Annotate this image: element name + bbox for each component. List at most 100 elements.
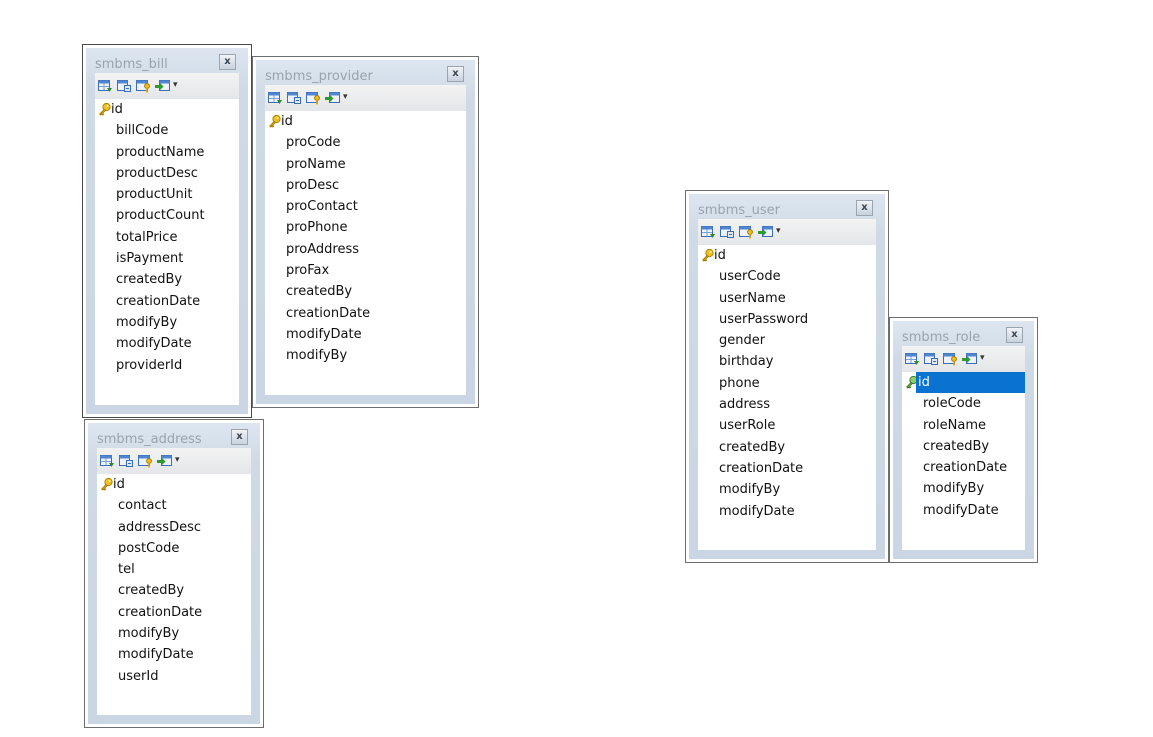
field-row[interactable]: phone [698, 373, 876, 394]
table-smbms-bill[interactable]: smbms_bill x ▾ id billCode productName prod… [82, 44, 252, 418]
field-row[interactable]: modifyDate [97, 644, 251, 665]
add-index-icon[interactable] [924, 351, 939, 365]
close-button[interactable]: x [447, 66, 464, 82]
field-row[interactable]: contact [97, 495, 251, 516]
add-field-icon[interactable] [905, 351, 920, 365]
chevron-down-icon[interactable]: ▾ [175, 455, 180, 465]
close-button[interactable]: x [219, 54, 236, 70]
add-index-icon[interactable] [287, 90, 302, 104]
add-field-icon[interactable] [268, 90, 283, 104]
table-smbms-user[interactable]: smbms_user x ▾ id userCode userName userPas… [685, 190, 889, 563]
field-row[interactable]: proAddress [265, 239, 466, 260]
insert-field-icon[interactable] [157, 453, 172, 467]
chevron-down-icon[interactable]: ▾ [343, 92, 348, 102]
field-row[interactable]: modifyDate [698, 501, 876, 522]
field-name: proName [286, 156, 346, 172]
field-row[interactable]: creationDate [698, 458, 876, 479]
field-name: proContact [286, 199, 358, 215]
set-primary-key-icon[interactable] [138, 453, 153, 468]
field-row[interactable]: productCount [95, 205, 239, 226]
field-row[interactable]: proName [265, 154, 466, 175]
field-row[interactable]: productUnit [95, 184, 239, 205]
field-row[interactable]: billCode [95, 120, 239, 141]
field-list: id billCode productName productDesc productU… [95, 99, 239, 376]
field-row[interactable]: userPassword [698, 309, 876, 330]
field-row[interactable]: birthday [698, 351, 876, 372]
field-name: id [113, 477, 125, 492]
field-row[interactable]: creationDate [95, 291, 239, 312]
field-row[interactable]: id [698, 245, 876, 266]
field-row[interactable]: id [95, 99, 239, 120]
field-row[interactable]: proFax [265, 260, 466, 281]
insert-field-icon[interactable] [962, 351, 977, 365]
field-row[interactable]: modifyBy [698, 479, 876, 500]
field-row[interactable]: createdBy [265, 281, 466, 302]
field-row[interactable]: creationDate [902, 457, 1025, 478]
field-row[interactable]: postCode [97, 538, 251, 559]
close-button[interactable]: x [1006, 327, 1023, 343]
field-row[interactable]: modifyBy [265, 345, 466, 366]
field-row[interactable]: proDesc [265, 175, 466, 196]
field-row[interactable]: modifyDate [265, 324, 466, 345]
field-row[interactable]: modifyDate [902, 500, 1025, 521]
chevron-down-icon[interactable]: ▾ [173, 80, 178, 90]
primary-key-icon [268, 114, 282, 128]
set-primary-key-icon[interactable] [943, 351, 958, 366]
field-row[interactable]: tel [97, 559, 251, 580]
insert-field-icon[interactable] [155, 78, 170, 92]
close-button[interactable]: x [231, 429, 248, 445]
field-row[interactable]: userCode [698, 266, 876, 287]
field-row[interactable]: createdBy [902, 436, 1025, 457]
field-row[interactable]: totalPrice [95, 227, 239, 248]
field-row[interactable]: id [265, 111, 466, 132]
add-index-icon[interactable] [720, 224, 735, 238]
set-primary-key-icon[interactable] [739, 224, 754, 239]
field-row[interactable]: id [902, 372, 1025, 393]
chevron-down-icon[interactable]: ▾ [980, 353, 985, 363]
field-row[interactable]: createdBy [97, 580, 251, 601]
chevron-down-icon[interactable]: ▾ [776, 226, 781, 236]
insert-field-icon[interactable] [325, 90, 340, 104]
field-name: userId [118, 668, 159, 684]
field-row[interactable]: addressDesc [97, 517, 251, 538]
field-row[interactable]: creationDate [97, 602, 251, 623]
field-row[interactable]: gender [698, 330, 876, 351]
set-primary-key-icon[interactable] [136, 78, 151, 93]
field-row[interactable]: createdBy [95, 269, 239, 290]
add-field-icon[interactable] [98, 78, 113, 92]
field-row[interactable]: productDesc [95, 163, 239, 184]
field-row[interactable]: userId [97, 666, 251, 687]
field-row[interactable]: proPhone [265, 217, 466, 238]
field-row[interactable]: modifyBy [97, 623, 251, 644]
field-name: modifyDate [286, 326, 362, 342]
field-row[interactable]: productName [95, 142, 239, 163]
field-row[interactable]: modifyBy [902, 478, 1025, 499]
add-index-icon[interactable] [117, 78, 132, 92]
add-index-icon[interactable] [119, 453, 134, 467]
add-field-icon[interactable] [701, 224, 716, 238]
set-primary-key-icon[interactable] [306, 90, 321, 105]
field-row[interactable]: createdBy [698, 437, 876, 458]
field-row[interactable]: roleCode [902, 393, 1025, 414]
field-row[interactable]: id [97, 474, 251, 495]
field-row[interactable]: isPayment [95, 248, 239, 269]
field-row[interactable]: modifyDate [95, 333, 239, 354]
field-row[interactable]: address [698, 394, 876, 415]
field-row[interactable]: proCode [265, 132, 466, 153]
table-frame: smbms_provider x ▾ id proCode proName proDe… [256, 60, 475, 404]
field-row[interactable]: roleName [902, 415, 1025, 436]
insert-field-icon[interactable] [758, 224, 773, 238]
add-field-icon[interactable] [100, 453, 115, 467]
table-smbms-provider[interactable]: smbms_provider x ▾ id proCode proName proDe… [252, 56, 479, 408]
table-smbms-role[interactable]: smbms_role x ▾ id roleCode roleName created… [889, 317, 1038, 563]
field-row[interactable]: providerId [95, 355, 239, 376]
field-row[interactable]: creationDate [265, 303, 466, 324]
table-frame: smbms_role x ▾ id roleCode roleName created… [893, 321, 1034, 559]
table-smbms-address[interactable]: smbms_address x ▾ id contact addressDesc po… [84, 419, 264, 728]
field-row[interactable]: proContact [265, 196, 466, 217]
close-button[interactable]: x [856, 200, 873, 216]
field-row[interactable]: userName [698, 288, 876, 309]
field-row[interactable]: modifyBy [95, 312, 239, 333]
field-row[interactable]: userRole [698, 415, 876, 436]
field-name: tel [118, 562, 135, 578]
